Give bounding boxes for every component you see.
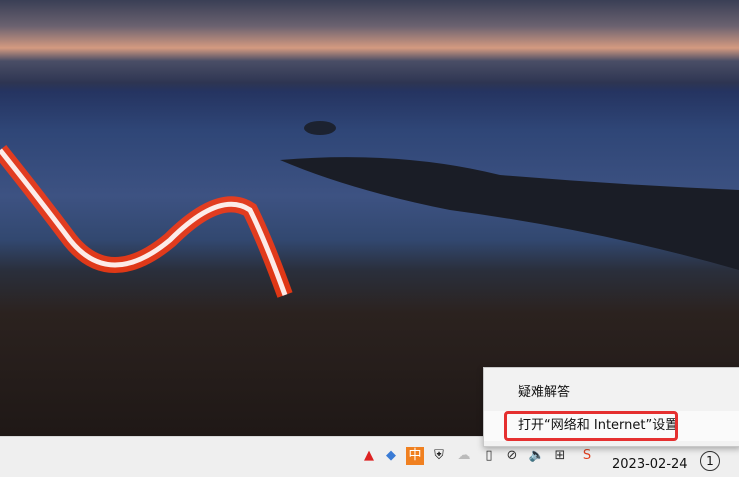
menu-item-troubleshoot[interactable]: 疑难解答 <box>484 378 739 408</box>
network-context-menu: 疑难解答 打开“网络和 Internet”设置 <box>483 367 739 447</box>
pen-icon[interactable]: ▯ <box>480 447 498 465</box>
input-method-icon[interactable]: ⊞ <box>551 447 569 465</box>
app-tray-icon[interactable]: ▲ <box>360 447 378 465</box>
volume-icon[interactable]: 🔈 <box>528 447 546 465</box>
menu-item-open-network-settings[interactable]: 打开“网络和 Internet”设置 <box>484 411 739 441</box>
security-app-icon[interactable]: ◆ <box>382 447 400 465</box>
onedrive-icon[interactable]: ☁ <box>455 447 473 465</box>
notification-icon[interactable]: 1 <box>700 451 720 471</box>
network-icon[interactable]: ⊘ <box>503 447 521 465</box>
ime-icon[interactable]: 中 <box>406 447 424 465</box>
windows-security-icon[interactable]: ⛨ <box>430 447 448 465</box>
clock-date[interactable]: 2023-02-24 <box>612 457 688 472</box>
sogou-icon[interactable]: S <box>578 447 596 465</box>
